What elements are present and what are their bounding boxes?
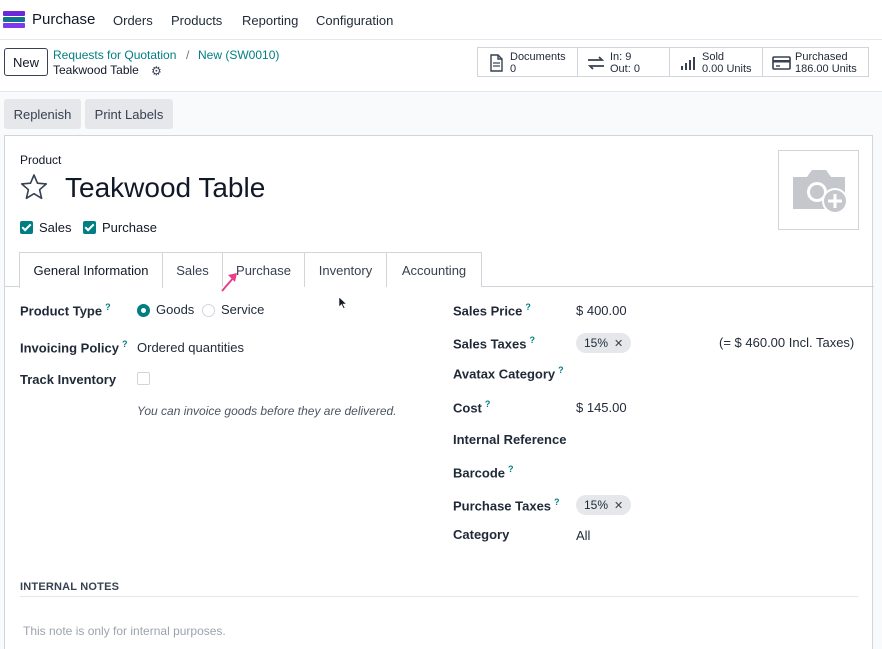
remove-tag-icon[interactable]: ✕ (614, 499, 623, 512)
tab-general-information[interactable]: General Information (19, 252, 163, 288)
purchase-checkbox-label: Purchase (102, 220, 157, 235)
sales-checkbox[interactable] (20, 221, 33, 234)
service-radio-label: Service (221, 302, 265, 317)
incl-taxes-text: (= $ 460.00 Incl. Taxes) (719, 335, 855, 350)
in-out-smart-button[interactable]: In: 9 Out: 0 (577, 47, 670, 77)
favorite-star-icon[interactable] (19, 172, 49, 202)
help-icon[interactable]: ? (508, 464, 514, 474)
in-count: In: 9 (610, 51, 632, 63)
new-button[interactable]: New (4, 48, 48, 76)
camera-plus-icon (793, 170, 848, 214)
pointer-arrow-icon (221, 273, 237, 292)
sales-tax-tag[interactable]: 15% ✕ (576, 333, 632, 353)
record-title: Teakwood Table (53, 63, 139, 77)
sold-smart-button[interactable]: Sold 0.00 Units (669, 47, 763, 77)
out-count: Out: 0 (610, 63, 640, 75)
documents-smart-button[interactable]: Documents 0 (477, 47, 578, 77)
app-menu-icon[interactable] (3, 11, 25, 28)
sales-taxes-label: Sales Taxes? (453, 335, 535, 352)
help-icon[interactable]: ? (525, 302, 531, 312)
sold-label: Sold (702, 51, 725, 63)
replenish-button[interactable]: Replenish (4, 99, 81, 129)
tab-sales[interactable]: Sales (162, 252, 223, 287)
product-name[interactable]: Teakwood Table (65, 172, 265, 204)
invoicing-policy-select[interactable]: Ordered quantities (137, 340, 244, 355)
sales-tax-tag-label: 15% (584, 336, 609, 350)
breadcrumb-separator: / (186, 48, 190, 62)
cost-input[interactable]: $ 145.00 (576, 400, 627, 415)
help-icon[interactable]: ? (122, 339, 128, 349)
internal-notes-title: INTERNAL NOTES (20, 581, 120, 593)
product-image-upload[interactable] (778, 150, 859, 230)
internal-notes-divider (20, 596, 858, 597)
purchase-checkbox[interactable] (83, 221, 96, 234)
cost-label: Cost? (453, 399, 491, 416)
track-inventory-label: Track Inventory (20, 372, 117, 387)
breadcrumb-new[interactable]: New (SW0010) (198, 48, 279, 62)
sales-checkbox-label: Sales (39, 220, 72, 235)
track-inventory-checkbox[interactable] (137, 372, 150, 385)
menu-reporting[interactable]: Reporting (242, 13, 298, 28)
breadcrumb-rfq[interactable]: Requests for Quotation (53, 48, 176, 62)
menu-configuration[interactable]: Configuration (316, 13, 393, 28)
purchase-taxes-label: Purchase Taxes? (453, 497, 560, 514)
internal-notes-input[interactable]: This note is only for internal purposes. (23, 624, 226, 638)
purchased-label: Purchased (795, 51, 848, 63)
app-name[interactable]: Purchase (32, 11, 95, 28)
menu-products[interactable]: Products (171, 13, 222, 28)
category-input[interactable]: All (576, 528, 590, 543)
gear-icon[interactable]: ⚙ (151, 64, 162, 78)
help-icon[interactable]: ? (558, 365, 564, 375)
top-navbar: Purchase Orders Products Reporting Confi… (0, 0, 882, 40)
invoicing-policy-label: Invoicing Policy? (20, 339, 128, 356)
print-labels-button[interactable]: Print Labels (85, 99, 173, 129)
sales-price-input[interactable]: $ 400.00 (576, 303, 627, 318)
remove-tag-icon[interactable]: ✕ (614, 337, 623, 350)
service-radio[interactable] (202, 304, 215, 317)
tab-inventory[interactable]: Inventory (304, 252, 387, 287)
documents-label: Documents (510, 51, 566, 63)
sold-units: 0.00 Units (702, 63, 752, 75)
bar-chart-icon (681, 57, 695, 70)
control-panel: New Requests for Quotation / New (SW0010… (0, 40, 882, 92)
help-icon[interactable]: ? (105, 302, 111, 312)
document-icon (490, 54, 503, 72)
goods-radio[interactable] (137, 304, 150, 317)
form-sheet: Product Teakwood Table Sales Purchase Ge… (4, 135, 874, 649)
purchased-smart-button[interactable]: Purchased 186.00 Units (762, 47, 869, 77)
purchased-units: 186.00 Units (795, 63, 857, 75)
help-icon[interactable]: ? (554, 497, 560, 507)
purchase-tax-tag[interactable]: 15% ✕ (576, 495, 632, 515)
help-icon[interactable]: ? (485, 399, 491, 409)
barcode-label: Barcode? (453, 464, 514, 481)
menu-orders[interactable]: Orders (113, 13, 153, 28)
credit-card-icon (772, 56, 791, 70)
goods-radio-label: Goods (156, 302, 195, 317)
avatax-category-label: Avatax Category? (453, 365, 564, 382)
transfer-icon (587, 56, 605, 70)
internal-reference-label: Internal Reference (453, 432, 567, 447)
documents-count: 0 (510, 63, 517, 75)
product-type-label: Product Type? (20, 302, 111, 319)
purchase-tax-tag-label: 15% (584, 498, 609, 512)
product-label: Product (20, 153, 62, 167)
tab-accounting[interactable]: Accounting (386, 252, 482, 287)
mouse-cursor-icon (339, 297, 347, 309)
help-icon[interactable]: ? (529, 335, 535, 345)
invoicing-hint: You can invoice goods before they are de… (137, 404, 397, 418)
category-label: Category (453, 527, 510, 542)
sales-price-label: Sales Price? (453, 302, 531, 319)
